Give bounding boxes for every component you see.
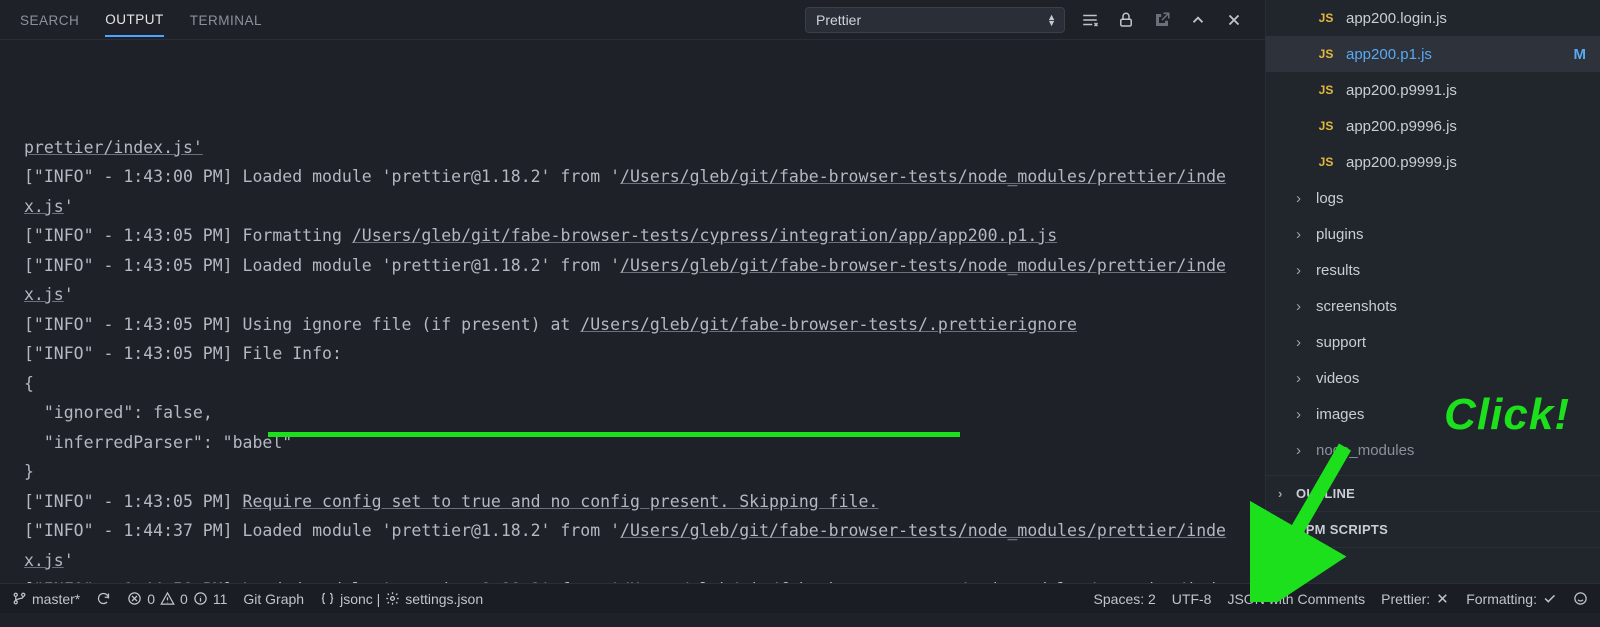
chevron-right-icon: ›: [1278, 558, 1290, 573]
folder-name: images: [1316, 406, 1364, 423]
output-line: ["INFO" - 1:43:05 PM] Require config set…: [24, 487, 1245, 517]
explorer-file[interactable]: JS app200.login.js: [1266, 0, 1600, 36]
explorer-folder[interactable]: › support: [1266, 324, 1600, 360]
sb-problems[interactable]: 0 0 11: [127, 591, 227, 607]
check-icon: [1542, 591, 1557, 606]
chevron-right-icon: ›: [1296, 226, 1308, 243]
explorer-folder[interactable]: › logs: [1266, 180, 1600, 216]
folder-name: results: [1316, 262, 1360, 279]
sb-spaces[interactable]: Spaces: 2: [1094, 591, 1156, 607]
sync-icon: [96, 591, 111, 606]
output-line: ["INFO" - 1:43:05 PM] Formatting /Users/…: [24, 221, 1245, 251]
explorer-folder[interactable]: › videos: [1266, 360, 1600, 396]
sb-encoding[interactable]: UTF-8: [1172, 591, 1212, 607]
output-line: ["INFO" - 1:44:51 PM] Loaded module 'pre…: [24, 575, 1245, 583]
sb-branch[interactable]: master*: [12, 591, 80, 607]
output-line: prettier/index.js': [24, 133, 1245, 163]
chevron-right-icon: ›: [1296, 406, 1308, 423]
chevron-right-icon: ›: [1296, 190, 1308, 207]
panel-tab-output[interactable]: OUTPUT: [105, 2, 164, 37]
explorer-file[interactable]: JS app200.p1.js M: [1266, 36, 1600, 72]
section-title: OUTLINE: [1296, 486, 1355, 501]
output-line: "ignored": false,: [24, 398, 1245, 428]
modified-badge: M: [1574, 46, 1587, 63]
folder-name: support: [1316, 334, 1366, 351]
output-line: ["INFO" - 1:43:05 PM] Loaded module 'pre…: [24, 251, 1245, 310]
folder-name: logs: [1316, 190, 1344, 207]
panel-tabs: SEARCH OUTPUT TERMINAL Prettier ▲▼: [0, 0, 1265, 40]
git-branch-icon: [12, 591, 27, 606]
file-name: app200.p9999.js: [1346, 154, 1457, 171]
folder-name: videos: [1316, 370, 1359, 387]
explorer-folder[interactable]: › results: [1266, 252, 1600, 288]
section-title: T: [1296, 558, 1304, 573]
output-line: {: [24, 369, 1245, 399]
js-file-icon: JS: [1316, 155, 1336, 169]
file-name: app200.p9991.js: [1346, 82, 1457, 99]
chevron-right-icon: ›: [1296, 442, 1308, 459]
output-channel-label: Prettier: [816, 12, 861, 28]
chevron-right-icon: ›: [1278, 486, 1290, 501]
output-log[interactable]: prettier/index.js'["INFO" - 1:43:00 PM] …: [0, 40, 1265, 583]
chevron-right-icon: ›: [1296, 262, 1308, 279]
sb-git-graph[interactable]: Git Graph: [243, 591, 304, 607]
sb-formatting-status[interactable]: Formatting:: [1466, 591, 1557, 607]
explorer-folder[interactable]: › screenshots: [1266, 288, 1600, 324]
explorer-folder[interactable]: › node_modules: [1266, 432, 1600, 468]
smiley-icon: [1573, 591, 1588, 606]
lock-scroll-icon[interactable]: [1115, 9, 1137, 31]
folder-name: plugins: [1316, 226, 1364, 243]
js-file-icon: JS: [1316, 119, 1336, 133]
explorer-section[interactable]: › OUTLINE: [1266, 475, 1600, 511]
error-icon: [127, 591, 142, 606]
explorer-folder[interactable]: › plugins: [1266, 216, 1600, 252]
output-line: ["INFO" - 1:44:37 PM] Loaded module 'pre…: [24, 516, 1245, 575]
explorer-file[interactable]: JS app200.p9996.js: [1266, 108, 1600, 144]
js-file-icon: JS: [1316, 47, 1336, 61]
explorer-section[interactable]: › NPM SCRIPTS: [1266, 511, 1600, 547]
sb-feedback[interactable]: [1573, 591, 1588, 606]
x-icon: [1435, 591, 1450, 606]
gear-icon: [385, 591, 400, 606]
panel-tab-search[interactable]: SEARCH: [20, 3, 79, 36]
explorer-folder[interactable]: › images: [1266, 396, 1600, 432]
select-arrows-icon: ▲▼: [1047, 14, 1056, 26]
js-file-icon: JS: [1316, 83, 1336, 97]
explorer-file[interactable]: JS app200.p9991.js: [1266, 72, 1600, 108]
panel-tab-terminal[interactable]: TERMINAL: [190, 3, 262, 36]
sb-prettier-status[interactable]: Prettier:: [1381, 591, 1450, 607]
output-line: ["INFO" - 1:43:05 PM] File Info:: [24, 339, 1245, 369]
chevron-up-icon[interactable]: [1187, 9, 1209, 31]
js-file-icon: JS: [1316, 11, 1336, 25]
chevron-right-icon: ›: [1278, 522, 1290, 537]
explorer-sidebar: JS app200.login.js JS app200.p1.js M JS app200…: [1265, 0, 1600, 583]
chevron-right-icon: ›: [1296, 298, 1308, 315]
info-icon: [193, 591, 208, 606]
output-line: }: [24, 457, 1245, 487]
braces-icon: [320, 591, 335, 606]
file-name: app200.p1.js: [1346, 46, 1432, 63]
explorer-file[interactable]: JS app200.p9999.js: [1266, 144, 1600, 180]
sb-language-mode[interactable]: JSON with Comments: [1227, 591, 1365, 607]
folder-name: screenshots: [1316, 298, 1397, 315]
open-log-icon[interactable]: [1151, 9, 1173, 31]
annotation-highlight: [268, 432, 960, 437]
output-channel-select[interactable]: Prettier ▲▼: [805, 7, 1065, 33]
explorer-section[interactable]: ›T: [1266, 547, 1600, 583]
output-line: ["INFO" - 1:43:00 PM] Loaded module 'pre…: [24, 162, 1245, 221]
sb-sync[interactable]: [96, 591, 111, 606]
status-bar: master* 0 0 11 Git Graph jsonc | setting…: [0, 583, 1600, 613]
warning-icon: [160, 591, 175, 606]
file-name: app200.p9996.js: [1346, 118, 1457, 135]
sb-language-file[interactable]: jsonc | settings.json: [320, 591, 483, 607]
section-title: NPM SCRIPTS: [1296, 522, 1388, 537]
output-line: ["INFO" - 1:43:05 PM] Using ignore file …: [24, 310, 1245, 340]
clear-output-icon[interactable]: [1079, 9, 1101, 31]
chevron-right-icon: ›: [1296, 334, 1308, 351]
chevron-right-icon: ›: [1296, 370, 1308, 387]
close-panel-icon[interactable]: [1223, 9, 1245, 31]
file-name: app200.login.js: [1346, 10, 1447, 27]
folder-name: node_modules: [1316, 442, 1414, 459]
